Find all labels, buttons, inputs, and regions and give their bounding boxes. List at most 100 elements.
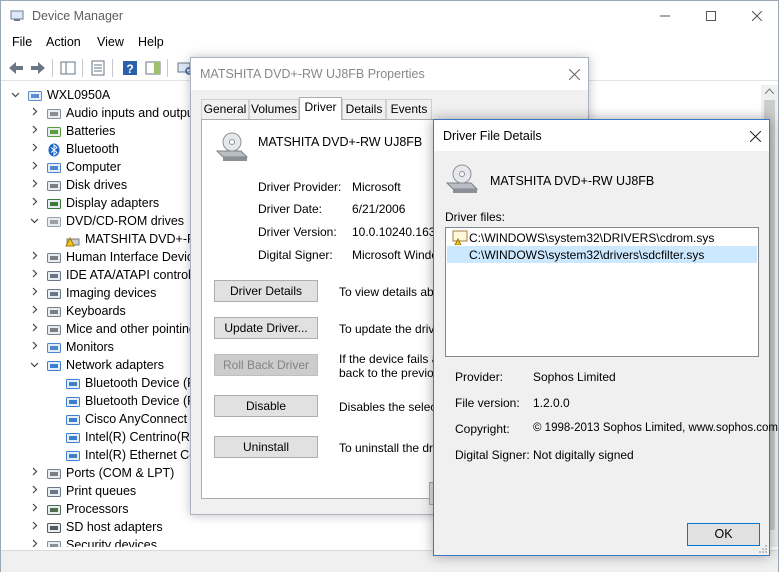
chevron-right-icon[interactable]	[30, 323, 39, 335]
tree-node-label: Security devices	[66, 538, 158, 547]
uninstall-button[interactable]: Uninstall	[214, 436, 318, 458]
hid-icon	[46, 251, 62, 265]
menu-file[interactable]: File	[12, 35, 32, 49]
tree-node-label: Intel(R) Ethernet Con	[85, 448, 204, 462]
security-icon	[46, 539, 62, 547]
close-button[interactable]	[734, 1, 779, 31]
tree-node-label: Intel(R) Centrino(R) A	[85, 430, 206, 444]
tree-node-label: Display adapters	[66, 196, 160, 210]
driver-provider-value: Microsoft	[352, 180, 401, 194]
keyboard-icon	[46, 305, 62, 319]
disable-button[interactable]: Disable	[214, 395, 318, 417]
tree-node-label: Human Interface Device	[66, 250, 201, 264]
menu-help[interactable]: Help	[138, 35, 164, 49]
menu-view[interactable]: View	[97, 35, 124, 49]
tree-node-label: Bluetooth Device (RF	[85, 394, 204, 408]
tree-node-label: Network adapters	[66, 358, 164, 372]
minimize-button[interactable]	[642, 1, 688, 31]
maximize-button[interactable]	[688, 1, 734, 31]
network-adapter-icon	[65, 395, 81, 409]
chevron-right-icon[interactable]	[30, 143, 39, 155]
battery-icon	[46, 125, 62, 139]
chevron-right-icon[interactable]	[30, 197, 39, 209]
driver-file-details-dialog: Driver File Details MATSHITA DVD+-RW UJ8…	[433, 119, 778, 556]
disk-drive-icon	[46, 179, 62, 193]
dfd-digital-signer-value: Not digitally signed	[533, 448, 634, 462]
menu-action[interactable]: Action	[46, 35, 81, 49]
ide-controller-icon	[46, 269, 62, 283]
resize-grip-icon[interactable]	[758, 544, 768, 554]
file-item-selected[interactable]: C:\WINDOWS\system32\drivers\sdcfilter.sy…	[447, 246, 757, 263]
mouse-icon	[46, 323, 62, 337]
minimize-icon	[660, 15, 670, 17]
tab-volumes[interactable]: Volumes	[249, 99, 299, 119]
chevron-down-icon[interactable]	[30, 360, 39, 372]
show-hide-tree-icon[interactable]	[59, 59, 77, 77]
scroll-up-icon[interactable]	[765, 88, 774, 94]
certificate-warning-icon	[452, 230, 468, 245]
network-icon	[46, 359, 62, 373]
tree-node-label: Cisco AnyConnect S	[85, 412, 199, 426]
chevron-right-icon[interactable]	[30, 179, 39, 191]
chevron-right-icon[interactable]	[30, 341, 39, 353]
sd-card-icon	[46, 521, 62, 535]
tree-node-label: Audio inputs and outpu	[66, 106, 194, 120]
chevron-right-icon[interactable]	[30, 485, 39, 497]
chevron-right-icon[interactable]	[30, 521, 39, 533]
tab-details[interactable]: Details	[342, 99, 386, 119]
tree-node-label: Disk drives	[66, 178, 128, 192]
provider-label: Provider:	[455, 370, 504, 384]
properties-close-button[interactable]	[559, 59, 589, 89]
computer-icon	[27, 89, 43, 103]
help-icon[interactable]: ?	[121, 59, 139, 77]
dvd-drive-icon	[46, 215, 62, 229]
file-path: C:\WINDOWS\system32\drivers\sdcfilter.sy…	[469, 248, 705, 262]
chevron-right-icon[interactable]	[30, 269, 39, 281]
driver-date-value: 6/21/2006	[352, 202, 406, 216]
driver-files-label: Driver files:	[445, 210, 506, 224]
roll-back-driver-button[interactable]: Roll Back Driver	[214, 354, 318, 376]
network-adapter-icon	[65, 449, 81, 463]
file-version-value: 1.2.0.0	[533, 396, 570, 410]
driver-file-details-title: Driver File Details	[443, 129, 542, 143]
maximize-icon	[706, 11, 716, 21]
tab-events[interactable]: Events	[386, 99, 432, 119]
tab-general[interactable]: General	[201, 99, 249, 119]
driver-details-button[interactable]: Driver Details	[214, 280, 318, 302]
network-adapter-icon	[65, 413, 81, 427]
ok-button[interactable]: OK	[687, 523, 760, 546]
tree-node-label: IDE ATA/ATAPI controlle	[66, 268, 201, 282]
chevron-right-icon[interactable]	[30, 125, 39, 137]
tree-node-label: Imaging devices	[66, 286, 157, 300]
dfd-close-button[interactable]	[740, 121, 770, 151]
chevron-down-icon[interactable]	[11, 90, 20, 102]
chevron-right-icon[interactable]	[30, 503, 39, 515]
tree-node-label: Mice and other pointing	[66, 322, 196, 336]
chevron-down-icon[interactable]	[30, 216, 39, 228]
processor-icon	[46, 503, 62, 517]
camera-icon	[46, 287, 62, 301]
back-arrow-icon[interactable]	[7, 59, 25, 77]
chevron-right-icon[interactable]	[30, 305, 39, 317]
device-name: MATSHITA DVD+-RW UJ8FB	[258, 135, 423, 149]
file-item[interactable]: C:\WINDOWS\system32\DRIVERS\cdrom.sys	[447, 229, 757, 246]
chevron-right-icon[interactable]	[30, 161, 39, 173]
driver-files-list[interactable]: C:\WINDOWS\system32\DRIVERS\cdrom.sys C:…	[445, 227, 759, 357]
driver-date-label: Driver Date:	[258, 202, 323, 216]
chevron-right-icon[interactable]	[30, 251, 39, 263]
forward-arrow-icon[interactable]	[29, 59, 47, 77]
copyright-value: © 1998-2013 Sophos Limited, www.sophos.c…	[533, 422, 778, 434]
chevron-right-icon[interactable]	[30, 287, 39, 299]
chevron-right-icon[interactable]	[30, 539, 39, 547]
display-adapter-icon	[46, 197, 62, 211]
chevron-right-icon[interactable]	[30, 107, 39, 119]
dfd-device-name: MATSHITA DVD+-RW UJ8FB	[490, 174, 655, 188]
properties-icon[interactable]	[89, 59, 107, 77]
svg-text:?: ?	[126, 62, 133, 76]
action-pane-icon[interactable]	[144, 59, 162, 77]
tab-driver[interactable]: Driver	[299, 97, 342, 120]
chevron-right-icon[interactable]	[30, 467, 39, 479]
update-driver-button[interactable]: Update Driver...	[214, 317, 318, 339]
tree-node-label: Keyboards	[66, 304, 126, 318]
speaker-icon	[46, 107, 62, 121]
